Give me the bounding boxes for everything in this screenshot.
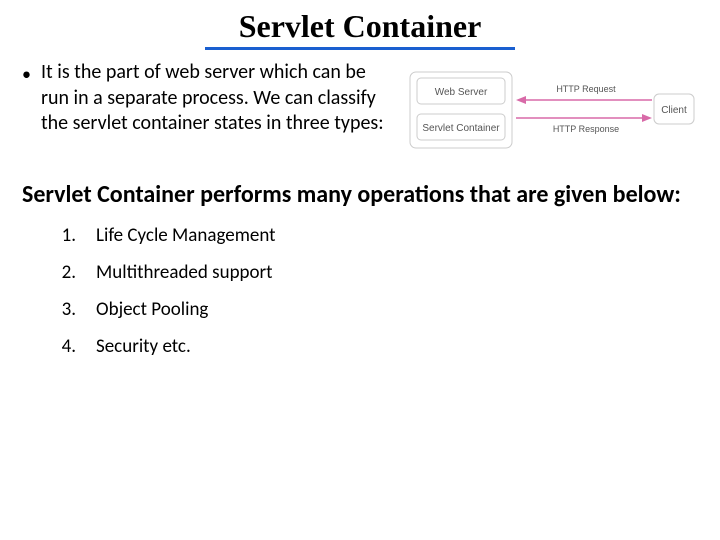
diagram-http-request-label: HTTP Request bbox=[556, 84, 616, 94]
diagram-http-response-label: HTTP Response bbox=[553, 124, 619, 134]
list-text: Life Cycle Management bbox=[96, 224, 276, 247]
architecture-diagram: Web Server Servlet Container Client HTTP… bbox=[408, 66, 698, 156]
list-text: Multithreaded support bbox=[96, 261, 273, 284]
operations-heading: Servlet Container performs many operatio… bbox=[22, 180, 698, 210]
list-item: 4. Security etc. bbox=[56, 335, 698, 358]
bullet-dot: • bbox=[22, 60, 31, 87]
list-number: 4. bbox=[56, 335, 76, 358]
diagram-web-server-label: Web Server bbox=[435, 87, 488, 98]
list-item: 1. Life Cycle Management bbox=[56, 224, 698, 247]
list-number: 1. bbox=[56, 224, 76, 247]
list-number: 2. bbox=[56, 261, 76, 284]
list-item: 2. Multithreaded support bbox=[56, 261, 698, 284]
list-number: 3. bbox=[56, 298, 76, 321]
operations-list: 1. Life Cycle Management 2. Multithreade… bbox=[22, 224, 698, 358]
diagram-client-label: Client bbox=[661, 105, 687, 116]
list-text: Object Pooling bbox=[96, 298, 208, 321]
list-item: 3. Object Pooling bbox=[56, 298, 698, 321]
intro-text: It is the part of web server which can b… bbox=[41, 60, 394, 137]
intro-bullet: • It is the part of web server which can… bbox=[22, 60, 394, 137]
diagram-servlet-container-label: Servlet Container bbox=[422, 123, 500, 134]
page-title: Servlet Container bbox=[205, 8, 515, 50]
list-text: Security etc. bbox=[96, 335, 191, 358]
intro-row: • It is the part of web server which can… bbox=[22, 60, 698, 156]
